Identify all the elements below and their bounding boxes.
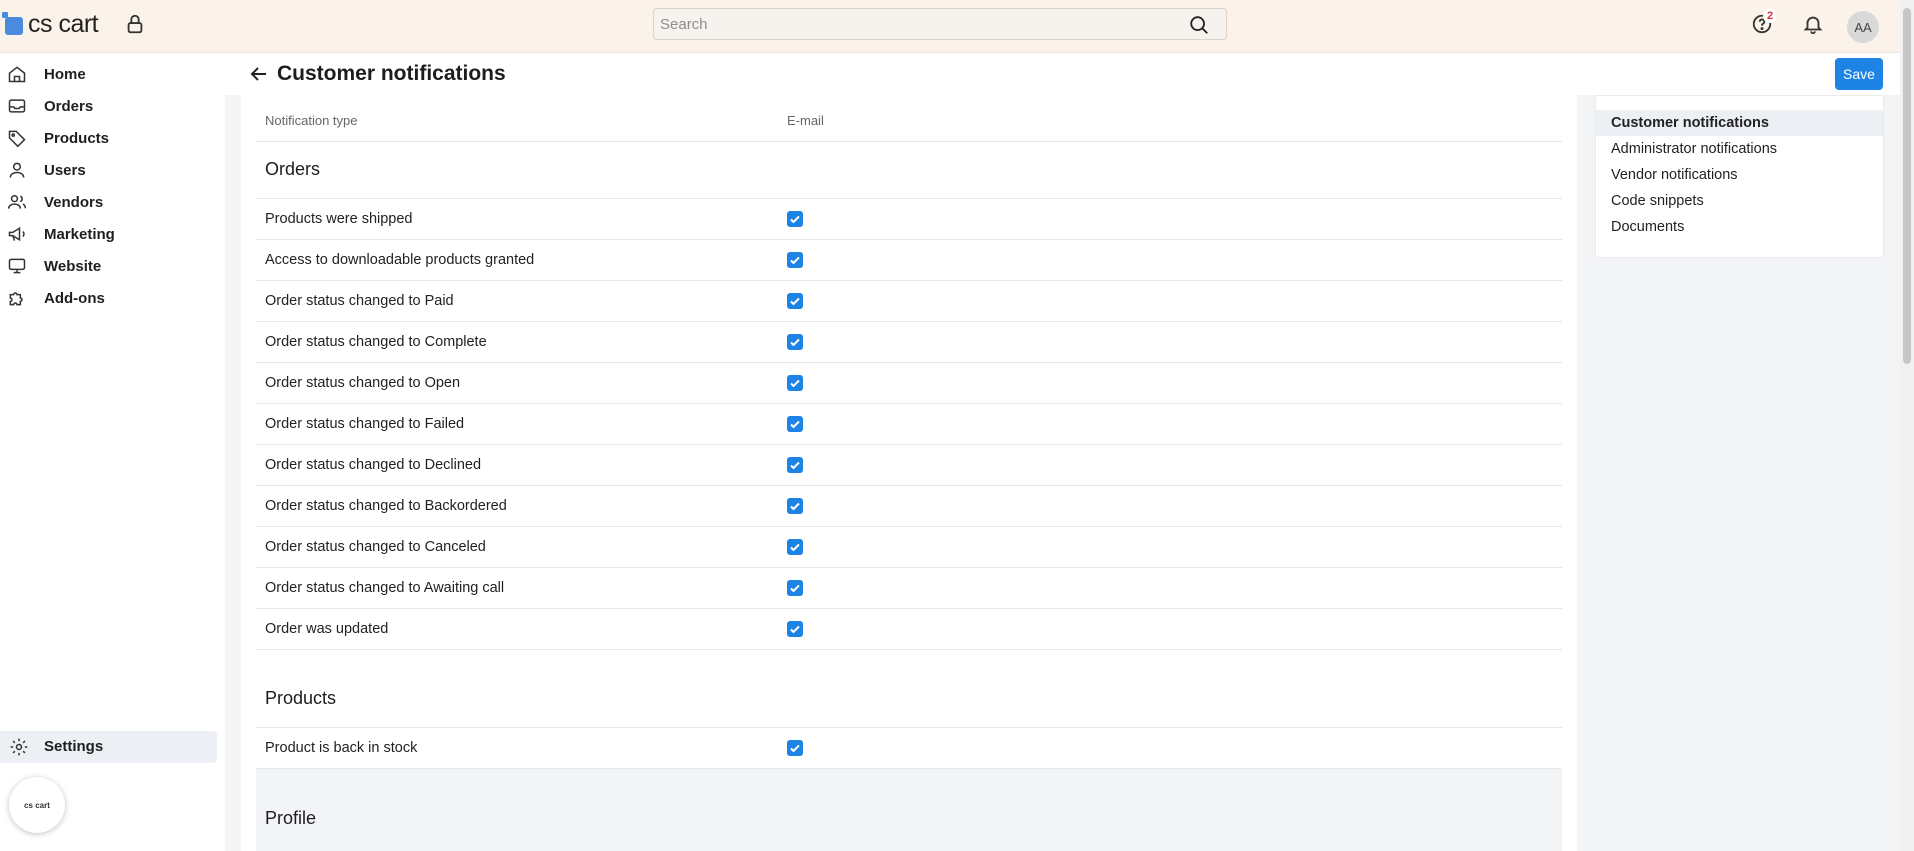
page-header: Customer notifications Save [225,53,1900,95]
notification-label: Order status changed to Backordered [265,498,507,514]
mini-logo[interactable]: cs cart [9,777,65,833]
sidebar: Home Orders Products Users Vendors Marke… [0,53,225,851]
table-row: Order status changed to Paid [256,281,1562,322]
email-checkbox[interactable] [787,580,803,596]
search-input[interactable] [654,9,1184,39]
sidebar-item-label: Vendors [44,193,104,211]
notification-label: Access to downloadable products granted [265,252,535,268]
sidebar-item-label: Website [44,257,102,275]
table-header: Notification type E-mail [256,95,1562,142]
table-row: Access to downloadable products granted [256,240,1562,281]
sidebar-item-label: Orders [44,97,94,115]
tag-icon [8,130,26,148]
notification-label: Order status changed to Awaiting call [265,580,505,596]
email-checkbox[interactable] [787,498,803,514]
section-title-orders: Orders [265,159,321,179]
gear-icon [10,738,28,756]
side-nav-documents[interactable]: Documents [1596,214,1883,240]
sidebar-item-label: Home [44,65,86,83]
sidebar-item-label: Add-ons [44,289,105,307]
email-checkbox[interactable] [787,416,803,432]
sidebar-item-label: Users [44,161,86,179]
table-row: Order status changed to Backordered [256,486,1562,527]
cs-cart-logo[interactable]: cs cart [2,9,99,38]
user-icon [9,162,25,178]
table-row: Order status changed to Open [256,363,1562,404]
sidebar-item-home[interactable]: Home [0,58,225,90]
notification-label: Product is back in stock [265,740,418,756]
sidebar-item-label: Marketing [44,225,115,243]
table-row: Order status changed to Canceled [256,527,1562,568]
logo-text: cs cart [28,9,99,38]
section-title-products: Products [265,688,337,708]
sidebar-item-users[interactable]: Users [0,154,225,186]
mini-logo-text: cs cart [24,800,50,810]
home-icon [8,66,26,83]
page-title: Customer notifications [277,62,506,85]
sidebar-item-website[interactable]: Website [0,250,225,282]
help-badge: 2 [1763,9,1777,23]
side-nav-customer-notifications[interactable]: Customer notifications [1596,110,1883,136]
sidebar-item-label: Settings [44,738,104,755]
email-checkbox[interactable] [787,457,803,473]
notification-nav-panel: Customer notifications Administrator not… [1595,95,1884,258]
avatar[interactable]: AA [1847,11,1879,43]
sidebar-item-vendors[interactable]: Vendors [0,186,225,218]
search-icon[interactable] [1188,14,1210,36]
scrollbar-thumb[interactable] [1903,8,1911,364]
side-nav-administrator-notifications[interactable]: Administrator notifications [1596,136,1883,162]
sidebar-item-marketing[interactable]: Marketing [0,218,225,250]
email-checkbox[interactable] [787,740,803,756]
logo-mark-icon [2,12,23,35]
notification-label: Order was updated [265,621,389,637]
email-checkbox[interactable] [787,211,803,227]
inbox-icon [8,99,26,113]
notification-label: Order status changed to Declined [265,457,482,473]
table-row: Order status changed to Failed [256,404,1562,445]
side-nav-vendor-notifications[interactable]: Vendor notifications [1596,162,1883,188]
email-checkbox[interactable] [787,621,803,637]
notification-label: Products were shipped [265,211,413,227]
users-icon [7,195,27,209]
table-row: Order was updated [256,609,1562,650]
lock-icon[interactable] [124,13,146,35]
email-checkbox[interactable] [787,334,803,350]
puzzle-icon [9,292,23,306]
section-band-profile [256,769,1562,851]
notification-label: Order status changed to Failed [265,416,465,432]
notification-label: Order status changed to Canceled [265,539,486,555]
monitor-icon [8,258,26,274]
email-checkbox[interactable] [787,375,803,391]
sidebar-item-label: Products [44,129,110,147]
column-header-type: Notification type [265,113,358,128]
table-row: Products were shipped [256,199,1562,240]
email-checkbox[interactable] [787,252,803,268]
table-row: Order status changed to Complete [256,322,1562,363]
avatar-initials: AA [1854,19,1872,35]
column-header-email: E-mail [787,113,824,128]
back-arrow-icon[interactable] [247,62,271,86]
sidebar-item-settings[interactable]: Settings [0,731,217,763]
notifications-table: Notification type E-mail Orders Products… [241,95,1577,851]
notification-label: Order status changed to Complete [265,334,487,350]
save-button[interactable]: Save [1835,58,1883,90]
top-bar: cs cart 2 AA [0,0,1914,53]
side-nav-code-snippets[interactable]: Code snippets [1596,188,1883,214]
main-area: Customer notifications Save Notification… [225,53,1900,851]
table-row: Product is back in stock [256,728,1562,769]
table-row: Order status changed to Declined [256,445,1562,486]
notification-label: Order status changed to Open [265,375,461,391]
bell-icon[interactable] [1802,13,1824,35]
table-row: Order status changed to Awaiting call [256,568,1562,609]
sidebar-item-products[interactable]: Products [0,122,225,154]
megaphone-icon [8,226,25,242]
email-checkbox[interactable] [787,293,803,309]
sidebar-item-add-ons[interactable]: Add-ons [0,282,225,314]
page-scrollbar[interactable] [1900,0,1914,851]
email-checkbox[interactable] [787,539,803,555]
sidebar-item-orders[interactable]: Orders [0,90,225,122]
notification-label: Order status changed to Paid [265,293,454,309]
section-title-profile: Profile [265,808,317,828]
search-box [653,8,1227,40]
